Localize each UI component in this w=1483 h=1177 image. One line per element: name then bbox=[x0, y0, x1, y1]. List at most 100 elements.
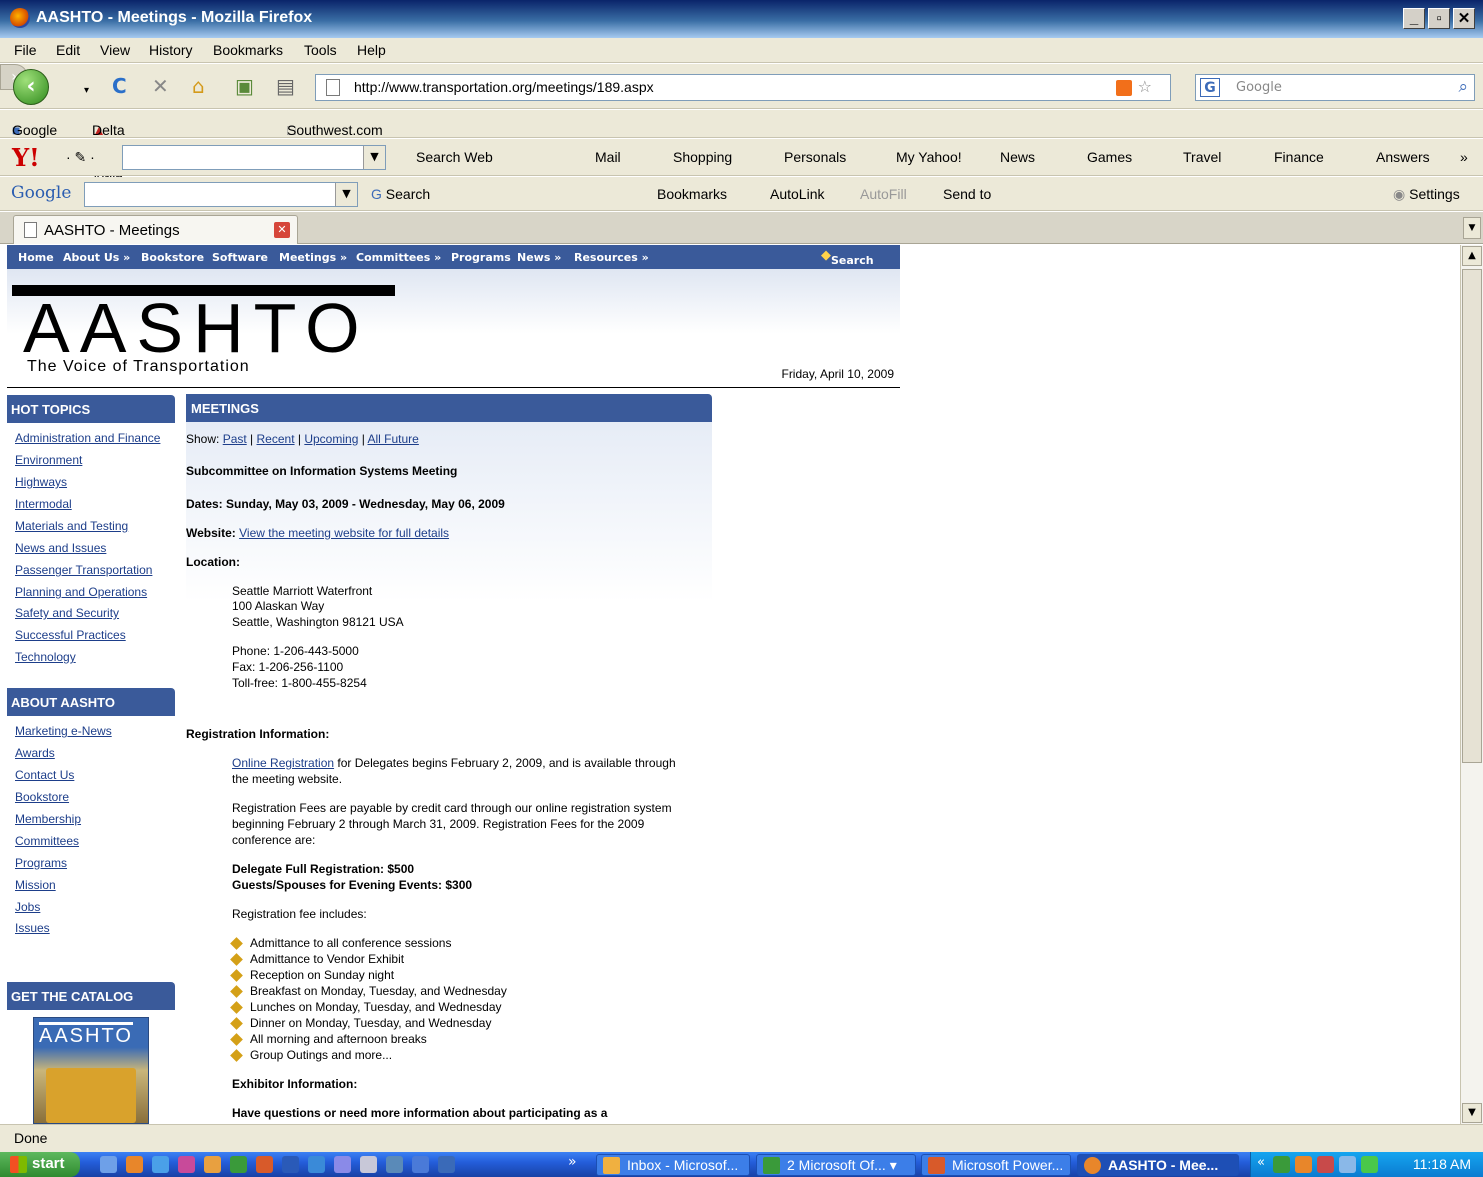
tray-icon[interactable] bbox=[1317, 1156, 1334, 1173]
quicklaunch-icon[interactable] bbox=[282, 1156, 299, 1173]
hot-topic-link[interactable]: Successful Practices bbox=[15, 628, 126, 642]
nav-news[interactable]: News » bbox=[517, 251, 561, 264]
nav-home[interactable]: Home bbox=[18, 251, 54, 264]
google-send-to[interactable]: Send to bbox=[943, 186, 991, 202]
close-button[interactable]: ✕ bbox=[1453, 8, 1475, 29]
nav-software[interactable]: Software bbox=[212, 251, 268, 264]
nav-committees[interactable]: Committees » bbox=[356, 251, 441, 264]
about-link[interactable]: Awards bbox=[15, 746, 55, 760]
quicklaunch-icon[interactable] bbox=[152, 1156, 169, 1173]
show-all-future-link[interactable]: All Future bbox=[368, 432, 419, 446]
quicklaunch-icon[interactable] bbox=[386, 1156, 403, 1173]
catalog-cover-image[interactable]: AASHTO bbox=[33, 1017, 149, 1124]
quicklaunch-overflow-icon[interactable]: » bbox=[568, 1154, 577, 1170]
quicklaunch-icon[interactable] bbox=[100, 1156, 117, 1173]
yahoo-search-web[interactable]: Search Web bbox=[416, 149, 493, 165]
scroll-thumb[interactable] bbox=[1462, 269, 1482, 763]
quicklaunch-icon[interactable] bbox=[360, 1156, 377, 1173]
google-logo[interactable]: Google bbox=[11, 183, 71, 203]
scroll-down-icon[interactable]: ▼ bbox=[1462, 1103, 1482, 1123]
about-link[interactable]: Bookstore bbox=[15, 790, 69, 804]
quicklaunch-icon[interactable] bbox=[438, 1156, 455, 1173]
yahoo-games[interactable]: Games bbox=[1087, 149, 1132, 165]
yahoo-answers[interactable]: Answers bbox=[1376, 149, 1430, 165]
google-bookmarks[interactable]: Bookmarks bbox=[657, 186, 727, 202]
hot-topic-link[interactable]: Highways bbox=[15, 475, 67, 489]
yahoo-finance[interactable]: Finance bbox=[1274, 149, 1324, 165]
yahoo-logo-icon[interactable]: Y! bbox=[12, 143, 40, 172]
about-link[interactable]: Jobs bbox=[15, 900, 40, 914]
quicklaunch-icon[interactable] bbox=[308, 1156, 325, 1173]
home-icon[interactable]: ⌂ bbox=[192, 75, 205, 97]
task-inbox[interactable]: Inbox - Microsof... bbox=[596, 1154, 750, 1176]
google-search-button[interactable]: G Search bbox=[371, 186, 430, 202]
window-title-bar[interactable]: AASHTO - Meetings - Mozilla Firefox _ ▫ … bbox=[0, 0, 1483, 38]
tray-icon[interactable] bbox=[1295, 1156, 1312, 1173]
yahoo-search-dropdown-icon[interactable]: ▼ bbox=[363, 146, 385, 169]
show-upcoming-link[interactable]: Upcoming bbox=[304, 432, 358, 446]
aashto-logo[interactable]: AASHTO bbox=[23, 293, 370, 363]
quicklaunch-icon[interactable] bbox=[230, 1156, 247, 1173]
task-powerpoint[interactable]: Microsoft Power... bbox=[921, 1154, 1071, 1176]
yahoo-personals[interactable]: Personals bbox=[784, 149, 846, 165]
bookmark-star-icon[interactable]: ☆ bbox=[1138, 77, 1152, 96]
stop-icon[interactable]: ✕ bbox=[152, 75, 169, 97]
hot-topic-link[interactable]: Environment bbox=[15, 453, 82, 467]
tray-expand-icon[interactable]: « bbox=[1257, 1155, 1265, 1170]
yahoo-shopping[interactable]: Shopping bbox=[673, 149, 732, 165]
hot-topic-link[interactable]: Safety and Security bbox=[15, 606, 119, 620]
online-registration-link[interactable]: Online Registration bbox=[232, 756, 334, 770]
url-bar[interactable]: http://www.transportation.org/meetings/1… bbox=[315, 74, 1171, 101]
wifi-icon[interactable] bbox=[1361, 1156, 1378, 1173]
tray-icon[interactable] bbox=[1339, 1156, 1356, 1173]
quicklaunch-icon[interactable] bbox=[126, 1156, 143, 1173]
search-magnifier-icon[interactable]: ⌕ bbox=[1458, 77, 1468, 97]
show-recent-link[interactable]: Recent bbox=[257, 432, 295, 446]
google-search-input[interactable]: ▼ bbox=[84, 182, 358, 207]
quicklaunch-icon[interactable] bbox=[178, 1156, 195, 1173]
menu-edit[interactable]: Edit bbox=[56, 42, 80, 58]
quicklaunch-icon[interactable] bbox=[256, 1156, 273, 1173]
about-link[interactable]: Committees bbox=[15, 834, 79, 848]
nav-resources[interactable]: Resources » bbox=[574, 251, 649, 264]
nav-about-us[interactable]: About Us » bbox=[63, 251, 130, 264]
quicklaunch-icon[interactable] bbox=[204, 1156, 221, 1173]
quicklaunch-icon[interactable] bbox=[334, 1156, 351, 1173]
back-button[interactable]: ‹ bbox=[13, 69, 49, 105]
hot-topic-link[interactable]: Intermodal bbox=[15, 497, 72, 511]
tab-aashto-meetings[interactable]: AASHTO - Meetings ✕ bbox=[13, 215, 298, 244]
about-link[interactable]: Membership bbox=[15, 812, 81, 826]
minimize-button[interactable]: _ bbox=[1403, 8, 1425, 29]
menu-file[interactable]: File bbox=[14, 42, 37, 58]
hot-topic-link[interactable]: Technology bbox=[15, 650, 76, 664]
hot-topic-link[interactable]: Administration and Finance bbox=[15, 431, 160, 445]
yahoo-my-yahoo[interactable]: My Yahoo! bbox=[896, 149, 962, 165]
yahoo-travel[interactable]: Travel bbox=[1183, 149, 1221, 165]
pencil-icon[interactable]: · ✎ · bbox=[66, 149, 95, 166]
close-tab-icon[interactable]: ✕ bbox=[274, 222, 290, 238]
about-link[interactable]: Issues bbox=[15, 921, 50, 935]
hot-topic-link[interactable]: Materials and Testing bbox=[15, 519, 128, 533]
start-button[interactable]: start bbox=[0, 1152, 80, 1177]
about-link[interactable]: Contact Us bbox=[15, 768, 74, 782]
site-search-link[interactable]: ◆ Search bbox=[821, 248, 874, 267]
yahoo-mail[interactable]: Mail bbox=[595, 149, 621, 165]
google-settings[interactable]: ◉ Settings bbox=[1393, 186, 1460, 203]
quicklaunch-icon[interactable] bbox=[412, 1156, 429, 1173]
print-icon[interactable]: ▤ bbox=[276, 75, 295, 97]
task-firefox[interactable]: AASHTO - Mee... bbox=[1077, 1154, 1239, 1176]
nav-programs[interactable]: Programs bbox=[451, 251, 511, 264]
nav-bookstore[interactable]: Bookstore bbox=[141, 251, 204, 264]
hot-topic-link[interactable]: Planning and Operations bbox=[15, 585, 147, 599]
rss-feed-icon[interactable] bbox=[1116, 80, 1132, 96]
google-engine-icon[interactable]: G bbox=[1200, 78, 1220, 97]
about-link[interactable]: Programs bbox=[15, 856, 67, 870]
google-search-dropdown-icon[interactable]: ▼ bbox=[335, 183, 357, 206]
vertical-scrollbar[interactable]: ▲ ▼ bbox=[1460, 245, 1483, 1124]
about-link[interactable]: Mission bbox=[15, 878, 56, 892]
yahoo-search-input[interactable]: ▼ bbox=[122, 145, 386, 170]
task-office[interactable]: 2 Microsoft Of... ▾ bbox=[756, 1154, 916, 1176]
about-link[interactable]: Marketing e-News bbox=[15, 724, 112, 738]
maximize-button[interactable]: ▫ bbox=[1428, 8, 1450, 29]
add-page-icon[interactable]: ▣ bbox=[235, 75, 254, 97]
